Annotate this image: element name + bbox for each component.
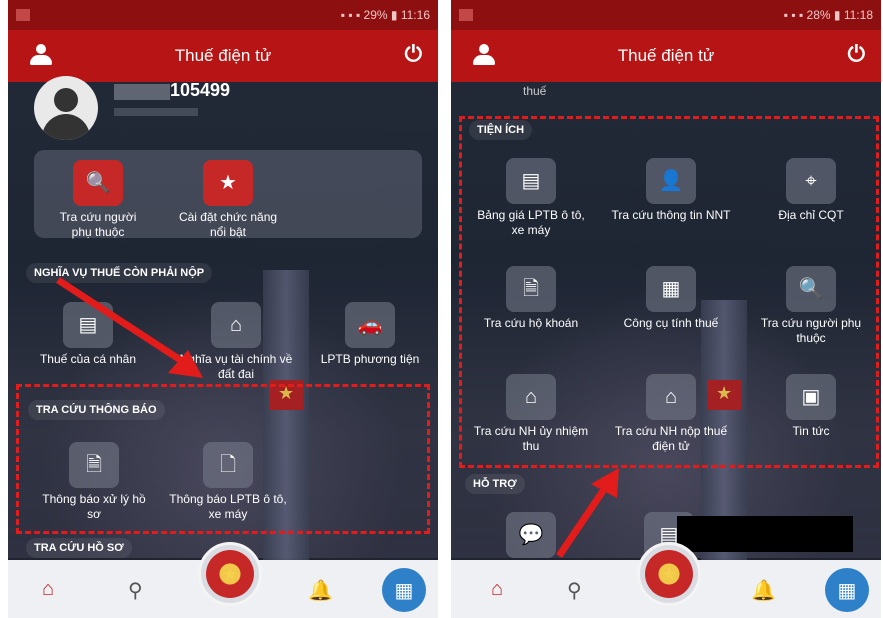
utility-bang-gia-lptb[interactable]: ▤ Bảng giá LPTB ô tô, xe máy bbox=[471, 158, 591, 238]
quick-label: Cài đặt chức năng nổi bật bbox=[178, 210, 278, 239]
star-icon: ★ bbox=[203, 160, 253, 206]
file-search-icon: 🗎 bbox=[69, 442, 119, 488]
section-ho-tro: HỖ TRỢ bbox=[465, 474, 525, 494]
file-icon: 🗎 bbox=[506, 266, 556, 312]
user-subtitle bbox=[114, 108, 198, 116]
utility-tin-tuc[interactable]: ▣ Tin tức bbox=[751, 374, 871, 439]
app-bar: Thuế điện tử ⏻ bbox=[8, 30, 438, 82]
utility-label: Tra cứu thông tin NNT bbox=[611, 208, 731, 222]
utility-nh-uy-nhiem-thu[interactable]: ⌂ Tra cứu NH ủy nhiệm thu bbox=[471, 374, 591, 454]
utility-label: Tra cứu NH ủy nhiệm thu bbox=[473, 424, 589, 453]
right-phone-screen: ▪ ▪ ▪ 28% ▮ 11:18 Thuế điện tử ⏻ thuế TI… bbox=[451, 0, 881, 618]
quick-tra-cuu-nguoi-phu-thuoc[interactable]: 🔍 Tra cứu người phụ thuộc bbox=[48, 160, 148, 240]
quick-label: Tra cứu người phụ thuộc bbox=[59, 210, 137, 239]
utility-nh-nop-thue[interactable]: ⌂ Tra cứu NH nộp thuế điện tử bbox=[611, 374, 731, 454]
app-title: Thuế điện tử bbox=[617, 46, 715, 65]
map-icon: ⌖ bbox=[786, 158, 836, 204]
power-icon[interactable]: ⏻ bbox=[405, 41, 422, 67]
search-icon: 🔍 bbox=[786, 266, 836, 312]
utility-label: Công cụ tính thuế bbox=[623, 316, 719, 330]
obligation-lptb-phuong-tien[interactable]: 🚗 LPTB phương tiện bbox=[314, 302, 426, 367]
utility-label: Tin tức bbox=[792, 424, 830, 438]
bank-icon: ⌂ bbox=[506, 374, 556, 420]
scrolled-text: thuế bbox=[523, 84, 547, 98]
search-icon[interactable]: ⚲ bbox=[128, 578, 143, 603]
power-icon[interactable]: ⏻ bbox=[848, 41, 865, 67]
bell-icon[interactable]: 🔔 bbox=[751, 578, 776, 603]
user-id: 105499 bbox=[170, 80, 231, 100]
bottom-navigation: ⌂ ⚲ ★ 🔔 ▦ bbox=[451, 542, 881, 618]
house-icon: ⌂ bbox=[211, 302, 261, 348]
utility-label: Tra cứu người phụ thuộc bbox=[760, 316, 862, 345]
price-list-icon: ▤ bbox=[506, 158, 556, 204]
search-icon: 🔍 bbox=[73, 160, 123, 206]
bottom-navigation: ⌂ ⚲ ★ 🔔 ▦ bbox=[8, 542, 438, 618]
grid-menu-icon[interactable]: ▦ bbox=[382, 568, 426, 612]
utility-label: Địa chỉ CQT bbox=[778, 208, 844, 222]
utility-thong-tin-nnt[interactable]: 👤 Tra cứu thông tin NNT bbox=[611, 158, 731, 223]
bank-icon: ⌂ bbox=[646, 374, 696, 420]
section-tien-ich: TIỆN ÍCH bbox=[469, 120, 533, 140]
app-bar: Thuế điện tử ⏻ bbox=[451, 30, 881, 82]
home-icon[interactable]: ⌂ bbox=[491, 578, 503, 601]
chat-icon: 💬 bbox=[506, 512, 556, 558]
emblem-icon: ★ bbox=[206, 550, 254, 598]
notice-xu-ly-ho-so[interactable]: 🗎 Thông báo xử lý hồ sơ bbox=[34, 442, 154, 522]
grid-menu-icon[interactable]: ▦ bbox=[825, 568, 869, 612]
red-arrow-icon bbox=[56, 277, 203, 378]
notice-lptb-oto[interactable]: 🗋 Thông báo LPTB ô tô, xe máy bbox=[168, 442, 288, 522]
utility-label: Bảng giá LPTB ô tô, xe máy bbox=[477, 208, 585, 237]
car-doc-icon: 🗋 bbox=[203, 442, 253, 488]
red-arrow-icon bbox=[556, 468, 619, 558]
search-icon[interactable]: ⚲ bbox=[567, 578, 582, 603]
notice-label: Thông báo xử lý hồ sơ bbox=[42, 492, 146, 521]
section-tra-cuu-ho-so: TRA CỨU HỒ SƠ bbox=[26, 538, 132, 558]
notice-label: Thông báo LPTB ô tô, xe máy bbox=[169, 492, 287, 521]
app-title: Thuế điện tử bbox=[174, 46, 272, 65]
avatar bbox=[34, 76, 98, 140]
utility-nguoi-phu-thuoc[interactable]: 🔍 Tra cứu người phụ thuộc bbox=[747, 266, 875, 346]
status-bar: ▪ ▪ ▪ 28% ▮ 11:18 bbox=[451, 0, 881, 30]
news-icon: ▣ bbox=[786, 374, 836, 420]
utility-label: Tra cứu hộ khoán bbox=[483, 316, 579, 330]
car-icon: 🚗 bbox=[345, 302, 395, 348]
bell-icon[interactable]: 🔔 bbox=[308, 578, 333, 603]
emblem-button[interactable]: ★ bbox=[637, 542, 701, 606]
obligation-label: LPTB phương tiện bbox=[320, 352, 420, 366]
section-tra-cuu-thong-bao: TRA CỨU THÔNG BÁO bbox=[28, 400, 165, 420]
left-phone-screen: ▪ ▪ ▪ 29% ▮ 11:16 Thuế điện tử ⏻ 105499 … bbox=[8, 0, 438, 618]
redacted-id bbox=[114, 84, 170, 100]
home-icon[interactable]: ⌂ bbox=[42, 578, 54, 601]
emblem-icon: ★ bbox=[645, 550, 693, 598]
calculator-icon: ▦ bbox=[646, 266, 696, 312]
quick-cai-dat-chuc-nang[interactable]: ★ Cài đặt chức năng nổi bật bbox=[178, 160, 278, 240]
redacted-area bbox=[677, 516, 853, 552]
emblem-button[interactable]: ★ bbox=[198, 542, 262, 606]
user-search-icon: 👤 bbox=[646, 158, 696, 204]
utility-dia-chi-cqt[interactable]: ⌖ Địa chỉ CQT bbox=[751, 158, 871, 223]
utility-label: Tra cứu NH nộp thuế điện tử bbox=[614, 424, 728, 453]
utility-ho-khoan[interactable]: 🗎 Tra cứu hộ khoán bbox=[471, 266, 591, 331]
utility-cong-cu-tinh-thue[interactable]: ▦ Công cụ tính thuế bbox=[611, 266, 731, 331]
status-bar: ▪ ▪ ▪ 29% ▮ 11:16 bbox=[8, 0, 438, 30]
